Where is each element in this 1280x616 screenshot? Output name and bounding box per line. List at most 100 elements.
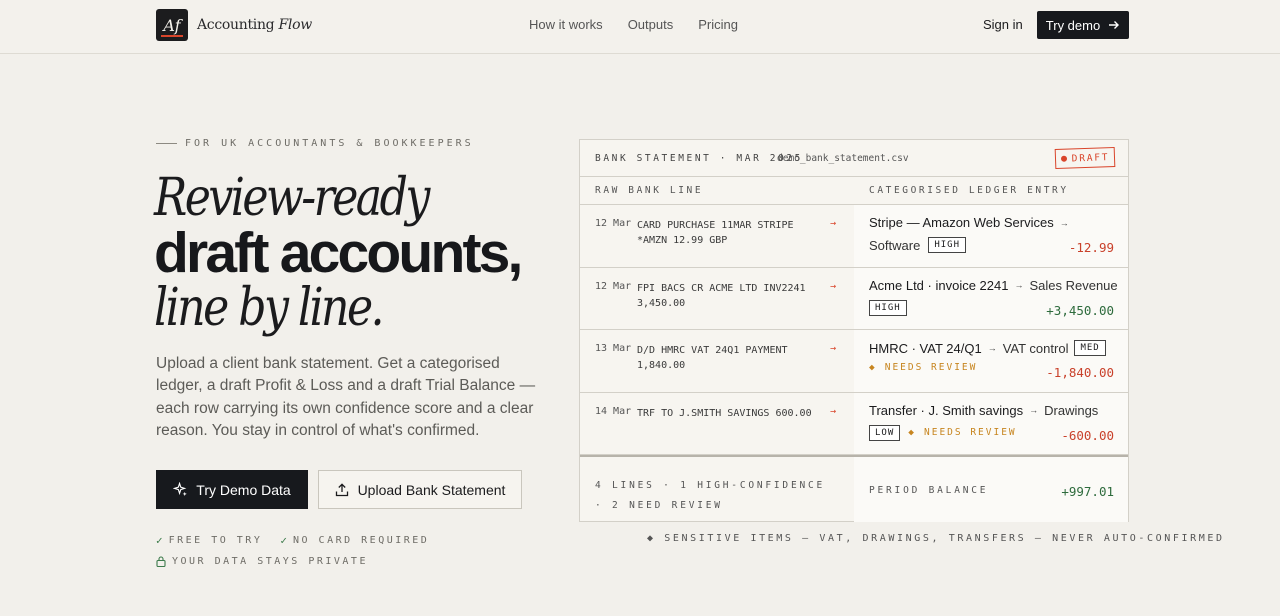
site-header: Af Accounting Flow How it works Outputs … <box>0 0 1280 54</box>
try-demo-label: Try demo <box>1045 17 1101 33</box>
sensitive-items-note: ◆ SENSITIVE ITEMS — VAT, DRAWINGS, TRANS… <box>647 533 1225 544</box>
draft-stamp: DRAFT <box>1054 146 1116 170</box>
row-date: 12 Mar <box>595 218 632 229</box>
row-category: VAT control <box>1002 340 1069 356</box>
try-demo-data-label: Try Demo Data <box>196 481 291 498</box>
perk-private-text: YOUR DATA STAYS PRIVATE <box>172 556 368 567</box>
ledger-row[interactable]: 12 Mar CARD PURCHASE 11MAR STRIPE *AMZN … <box>580 205 1128 268</box>
card-footer: 4 LINES · 1 HIGH-CONFIDENCE · 2 NEED REV… <box>580 455 1128 522</box>
period-balance-label: PERIOD BALANCE <box>869 485 989 496</box>
confidence-badge: LOW <box>869 424 901 441</box>
perk-free-text: FREE TO TRY <box>168 535 263 546</box>
confidence-badge: HIGH <box>869 299 907 316</box>
row-ledger-entry: Stripe — Amazon Web Services → <box>869 215 1069 230</box>
row-date: 14 Mar <box>595 405 632 417</box>
warning-diamond-icon: ◆ <box>908 427 916 438</box>
logo-mark-text: Af <box>163 15 181 35</box>
eyebrow: FOR UK ACCOUNTANTS & BOOKKEEPERS <box>156 138 474 149</box>
confidence-badge: HIGH <box>928 237 966 253</box>
row-amount: -12.99 <box>1068 240 1114 255</box>
nav-outputs[interactable]: Outputs <box>628 17 674 32</box>
bank-statement-card: BANK STATEMENT · MAR 2025 demo_bank_stat… <box>579 139 1129 522</box>
row-date: 12 Mar <box>595 280 632 292</box>
logo-mark: Af <box>156 9 188 41</box>
col-raw-bank-line: RAW BANK LINE <box>595 185 704 196</box>
arrow-right-icon: → <box>1014 280 1024 290</box>
row-category: Sales Revenue <box>1029 277 1118 293</box>
ledger-row[interactable]: 12 Mar FPI BACS CR ACME LTD INV2241 3,45… <box>580 267 1128 330</box>
needs-review-flag: NEEDS REVIEW <box>924 427 1017 438</box>
card-title: BANK STATEMENT · MAR 2025 <box>595 153 803 164</box>
upload-icon <box>335 482 348 496</box>
perks: ✓ FREE TO TRY ✓ NO CARD REQUIRED YOUR DATA… <box>156 530 429 572</box>
row-amount: -1,840.00 <box>1046 365 1114 380</box>
row-ledger-entry: Acme Ltd · invoice 2241 → Sales Revenue <box>869 278 1118 293</box>
confidence-badge: MED <box>1074 340 1106 356</box>
row-entity: Stripe — Amazon Web Services <box>869 215 1054 230</box>
nav-pricing[interactable]: Pricing <box>698 17 738 32</box>
try-demo-data-button[interactable]: Try Demo Data <box>156 470 308 509</box>
hero-lead: Upload a client bank statement. Get a ca… <box>156 355 536 439</box>
logo-mark-underline <box>161 35 183 37</box>
main-nav: How it works Outputs Pricing <box>529 17 738 32</box>
upload-bank-statement-button[interactable]: Upload Bank Statement <box>318 470 522 509</box>
hero-title-line-1: Review-ready <box>154 168 430 228</box>
row-entity: Transfer · J. Smith savings <box>869 402 1024 418</box>
row-raw-line: TRF TO J.SMITH SAVINGS 600.00 <box>637 407 812 419</box>
row-raw-line: FPI BACS CR ACME LTD INV2241 3,450.00 <box>637 282 806 309</box>
check-icon: ✓ <box>280 534 287 547</box>
sign-in-link[interactable]: Sign in <box>983 17 1023 32</box>
hero-title-line-3: line by line. <box>154 278 385 338</box>
col-categorised-ledger: CATEGORISED LEDGER ENTRY <box>869 185 1069 196</box>
row-date: 13 Mar <box>595 343 632 354</box>
perk-no-card: ✓ NO CARD REQUIRED <box>280 534 429 547</box>
arrow-right-icon: → <box>987 343 997 353</box>
arrow-right-icon: → <box>830 343 837 354</box>
row-meta: ◆ NEEDS REVIEW <box>869 362 977 373</box>
arrow-right-icon: → <box>830 280 837 292</box>
needs-review-flag: NEEDS REVIEW <box>884 362 978 373</box>
arrow-right-icon: → <box>830 218 837 229</box>
brand-name: Accounting Flow <box>197 17 312 33</box>
row-raw-line: D/D HMRC VAT 24Q1 PAYMENT 1,840.00 <box>637 345 788 371</box>
hero-title-line-2: draft accounts, <box>154 221 523 285</box>
period-balance-value: +997.01 <box>1061 484 1114 499</box>
row-raw-line: CARD PURCHASE 11MAR STRIPE *AMZN 12.99 G… <box>637 220 794 246</box>
row-category: Software <box>869 237 921 253</box>
brand-prefix: Accounting <box>197 17 275 33</box>
row-ledger-entry: Transfer · J. Smith savings → Drawings <box>869 403 1098 418</box>
arrow-right-icon: → <box>1029 405 1039 415</box>
row-meta: Software HIGH <box>869 237 966 253</box>
try-demo-button[interactable]: Try demo <box>1037 11 1129 39</box>
column-headers: RAW BANK LINE CATEGORISED LEDGER ENTRY <box>580 177 1128 205</box>
arrow-right-icon: → <box>1059 217 1069 228</box>
arrow-right-icon <box>1109 21 1120 29</box>
ledger-row[interactable]: 13 Mar D/D HMRC VAT 24Q1 PAYMENT 1,840.0… <box>580 330 1128 393</box>
lock-icon <box>156 556 166 567</box>
row-ledger-entry: HMRC · VAT 24/Q1 → VAT control MED <box>869 340 1106 356</box>
warning-diamond-icon: ◆ <box>869 362 877 373</box>
draft-dot-icon <box>1060 155 1067 162</box>
hero-title: Review-ready draft accounts, line by lin… <box>154 168 523 338</box>
row-meta: LOW ◆ NEEDS REVIEW <box>869 424 1017 441</box>
eyebrow-rule <box>156 143 177 144</box>
row-meta: HIGH <box>869 299 907 316</box>
nav-how-it-works[interactable]: How it works <box>529 17 603 32</box>
row-amount: -600.00 <box>1061 427 1114 443</box>
row-entity: HMRC · VAT 24/Q1 <box>869 340 982 356</box>
brand-suffix: Flow <box>278 17 313 33</box>
card-filename: demo_bank_statement.csv <box>777 153 909 164</box>
row-category: Drawings <box>1044 402 1099 418</box>
eyebrow-text: FOR UK ACCOUNTANTS & BOOKKEEPERS <box>185 138 474 149</box>
upload-bank-statement-label: Upload Bank Statement <box>357 481 506 498</box>
perk-no-card-text: NO CARD REQUIRED <box>292 535 430 546</box>
ledger-row[interactable]: 14 Mar TRF TO J.SMITH SAVINGS 600.00 → T… <box>580 392 1128 455</box>
sparkle-icon <box>173 482 188 496</box>
logo[interactable]: Af Accounting Flow <box>156 9 312 41</box>
draft-stamp-text: DRAFT <box>1071 151 1110 164</box>
arrow-right-icon: → <box>830 405 837 417</box>
check-icon: ✓ <box>156 534 163 547</box>
row-amount: +3,450.00 <box>1046 302 1114 318</box>
card-header: BANK STATEMENT · MAR 2025 demo_bank_stat… <box>580 140 1128 177</box>
perk-private: YOUR DATA STAYS PRIVATE <box>156 556 368 567</box>
